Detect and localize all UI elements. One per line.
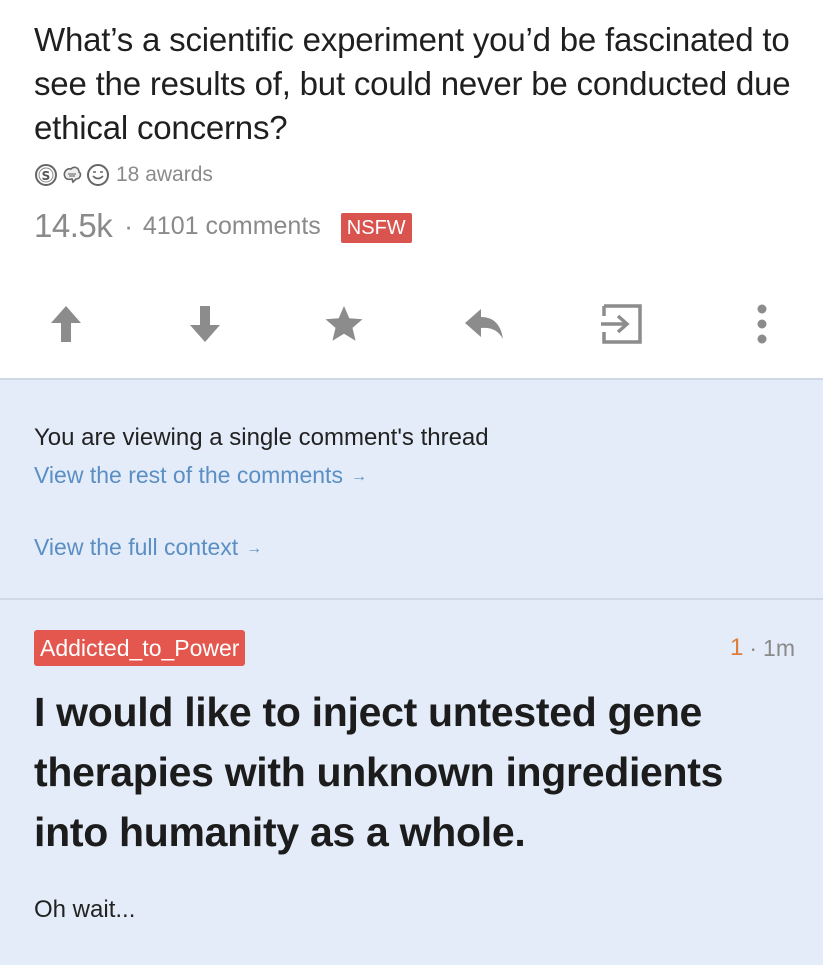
view-full-context-link[interactable]: View the full context → [34,534,262,561]
more-options-button[interactable] [738,300,786,348]
post-action-bar [0,290,823,356]
comment-body-text: Oh wait... [34,896,136,923]
arrow-right-icon: → [246,539,263,557]
post-title[interactable]: What’s a scientific experiment you’d be … [34,18,804,150]
svg-text:S: S [42,169,51,183]
share-exit-icon [600,302,644,346]
downvote-icon [188,304,222,344]
comment-age: 1m [763,634,795,661]
save-button[interactable] [320,300,368,348]
view-rest-comments-link[interactable]: View the rest of the comments → [34,462,367,489]
nsfw-badge: NSFW [340,213,412,243]
wholesome-award-icon [86,163,110,187]
comment-meta: 1 · 1m [730,634,795,662]
reply-icon [463,307,505,341]
comment-body-heading: I would like to inject untested gene the… [34,689,724,855]
comment-author[interactable]: Addicted_to_Power [34,630,246,666]
helpful-award-icon [60,163,84,187]
meta-separator: · [124,210,133,241]
single-thread-banner: You are viewing a single comment's threa… [0,378,823,600]
comment: Addicted_to_Power 1 · 1m I would like to… [0,600,823,965]
reddit-thread-page: What’s a scientific experiment you’d be … [0,0,823,965]
comment-count[interactable]: 4101 comments [143,212,321,241]
view-rest-comments-label: View the rest of the comments [34,462,343,488]
single-thread-note: You are viewing a single comment's threa… [34,424,489,451]
more-vertical-icon [755,303,769,345]
reply-button[interactable] [460,300,508,348]
silver-award-icon: S [34,163,58,187]
upvote-icon [49,304,83,344]
upvote-button[interactable] [42,300,90,348]
comment-score: 1 [730,634,744,661]
post-score: 14.5k [34,207,113,244]
post-meta: 14.5k · 4101 comments NSFW [34,204,412,248]
downvote-button[interactable] [181,300,229,348]
post-header: What’s a scientific experiment you’d be … [0,0,823,378]
arrow-right-icon: → [350,467,367,485]
save-star-icon [324,305,364,343]
share-button[interactable] [598,300,646,348]
view-full-context-label: View the full context [34,534,239,560]
awards-row[interactable]: S 18 awards [34,160,213,190]
comment-meta-separator: · [749,634,758,661]
awards-count: 18 awards [116,163,213,186]
